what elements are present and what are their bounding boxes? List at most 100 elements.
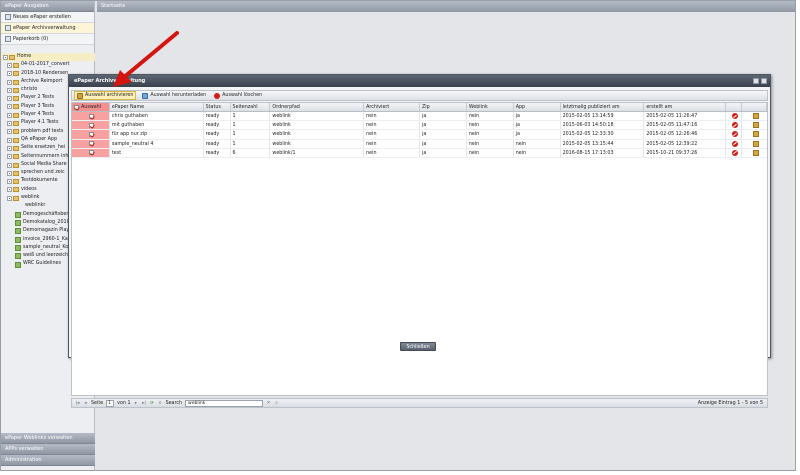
download-icon[interactable] [752, 122, 759, 129]
download-icon [142, 92, 149, 99]
expand-toggle-icon[interactable] [7, 179, 12, 185]
next-page-icon[interactable]: ▸ [134, 401, 139, 406]
row-checkbox[interactable] [88, 150, 94, 156]
sidebar-header[interactable]: ePaper Ausgaben [1, 1, 94, 12]
row-checkbox[interactable] [88, 141, 94, 147]
search-input[interactable]: weblink [185, 399, 264, 407]
table-row[interactable]: sample_neutral 4 ready 1 weblink nein ja nein n… [72, 139, 767, 149]
expand-toggle-icon[interactable] [7, 187, 12, 193]
maximize-icon[interactable] [753, 78, 759, 84]
column-header-created[interactable]: erstellt am [644, 103, 727, 111]
cell-select[interactable] [72, 148, 110, 157]
column-header-zip[interactable]: Zip [420, 103, 467, 111]
select-all-checkbox[interactable] [74, 104, 79, 110]
first-page-icon[interactable]: |◂ [75, 401, 80, 406]
tree-item-label: Seitennummern inh [21, 153, 69, 159]
tree-item-label: problem pdf tests [21, 128, 64, 134]
expand-toggle-icon[interactable] [7, 104, 12, 110]
tree-item-label: QA ePaper App [21, 136, 58, 142]
tree-item-label: Player 4 Tests [21, 112, 54, 118]
cell-download [742, 112, 767, 120]
panel-administration[interactable]: Administration [1, 455, 95, 466]
delete-selection-button[interactable]: Auswahl löschen [212, 91, 264, 100]
tree-item-label: sprechen und zeic [21, 170, 65, 176]
epaper-document-icon [15, 228, 21, 235]
cell-archived: nein [364, 130, 420, 139]
column-header-weblink[interactable]: Weblink [467, 103, 514, 111]
page-total-label: von 1 [117, 400, 131, 406]
close-icon[interactable] [761, 78, 767, 84]
cell-select[interactable] [72, 112, 110, 121]
expand-toggle-icon[interactable] [7, 195, 12, 201]
dialog-title-bar[interactable]: ePaper Archivverwaltung [69, 75, 770, 87]
download-icon[interactable] [752, 131, 759, 138]
cell-zip: ja [420, 130, 467, 139]
expand-toggle-icon[interactable] [7, 129, 12, 135]
table-row[interactable]: für app nur zip ready 1 weblink nein ja nein ja… [72, 130, 767, 140]
tree-item-label: WRC Guidelines [23, 261, 61, 267]
archive-selection-button[interactable]: Auswahl archivieren [74, 91, 137, 100]
tree-item-label: Home [17, 54, 32, 59]
delete-icon[interactable] [731, 122, 738, 129]
menu-item-new-epaper[interactable]: Neues ePaper erstellen [1, 12, 94, 23]
tree-item-label: videos [21, 186, 37, 192]
download-icon[interactable] [752, 140, 759, 147]
column-header-select[interactable]: Auswahl [72, 103, 110, 111]
expand-toggle-icon[interactable] [3, 54, 8, 60]
cell-select[interactable] [72, 139, 110, 148]
column-header-folder[interactable]: Ordnerpfad [270, 103, 365, 111]
expand-toggle-icon[interactable] [7, 96, 12, 102]
cell-zip: ja [420, 121, 467, 130]
search-go-icon[interactable]: ⌕ [274, 401, 279, 406]
table-row[interactable]: chris guthaben ready 1 weblink nein ja nein ja 2… [72, 112, 767, 122]
column-header-status[interactable]: Status [204, 103, 231, 111]
expand-toggle-icon[interactable] [7, 145, 12, 151]
clear-search-icon[interactable]: ✕ [266, 401, 271, 406]
expand-toggle-icon[interactable] [7, 87, 12, 93]
download-icon[interactable] [752, 113, 759, 120]
cell-select[interactable] [72, 130, 110, 139]
column-header-name[interactable]: ePaper Name [110, 103, 204, 111]
download-icon[interactable] [752, 149, 759, 156]
expand-toggle-icon[interactable] [7, 62, 12, 68]
delete-icon[interactable] [731, 113, 738, 120]
cell-app: ja [514, 130, 561, 139]
cell-delete [726, 139, 743, 148]
expand-toggle-icon[interactable] [7, 71, 12, 77]
expand-toggle-icon[interactable] [7, 170, 12, 176]
row-checkbox[interactable] [88, 122, 94, 128]
epaper-document-icon [15, 211, 21, 218]
table-row[interactable]: mit guthaben ready 1 weblink nein ja nein ja 201… [72, 121, 767, 131]
page-number-input[interactable]: 1 [106, 399, 115, 407]
cell-select[interactable] [72, 121, 110, 130]
column-header-last-published[interactable]: letztmalig publiziert am [561, 103, 645, 111]
column-header-pages[interactable]: Seitenzahl [231, 103, 271, 111]
table-row[interactable]: test ready 6 weblink/1 nein ja nein nein 2016-08… [72, 148, 767, 158]
expand-toggle-icon[interactable] [7, 112, 12, 118]
row-checkbox[interactable] [88, 113, 94, 119]
expand-toggle-icon[interactable] [7, 79, 12, 85]
expand-toggle-icon[interactable] [7, 121, 12, 127]
prev-page-icon[interactable]: ◂ [83, 401, 88, 406]
expand-toggle-icon[interactable] [7, 154, 12, 160]
menu-item-trash[interactable]: Papierkorb (0) [1, 34, 94, 45]
archive-dialog: ePaper Archivverwaltung Auswahl archivie… [68, 74, 771, 408]
download-selection-button[interactable]: Auswahl herunterladen [140, 91, 208, 100]
menu-item-archive-management[interactable]: ePaper Archivverwaltung [1, 23, 94, 34]
expand-toggle-icon[interactable] [7, 162, 12, 168]
expand-toggle-icon[interactable] [7, 137, 12, 143]
refresh-icon[interactable]: ⟳ [150, 401, 155, 406]
column-header-archived[interactable]: Archiviert [364, 103, 420, 111]
tree-item-home[interactable]: Home [1, 53, 95, 62]
delete-icon[interactable] [731, 140, 738, 147]
tree-item[interactable]: 04-01-2017_convert [1, 61, 95, 69]
last-page-icon[interactable]: ▸| [142, 401, 147, 406]
cell-last-published: 2015-06-03 14:50:18 [561, 121, 645, 130]
panel-apps[interactable]: APPs verwalten [1, 444, 95, 455]
close-button[interactable]: Schließen [400, 342, 436, 351]
column-header-app[interactable]: App [514, 103, 561, 111]
row-checkbox[interactable] [88, 131, 94, 137]
delete-icon[interactable] [731, 131, 738, 138]
panel-weblinks[interactable]: ePaper Weblinks verwalten [1, 433, 95, 444]
delete-icon[interactable] [731, 149, 738, 156]
